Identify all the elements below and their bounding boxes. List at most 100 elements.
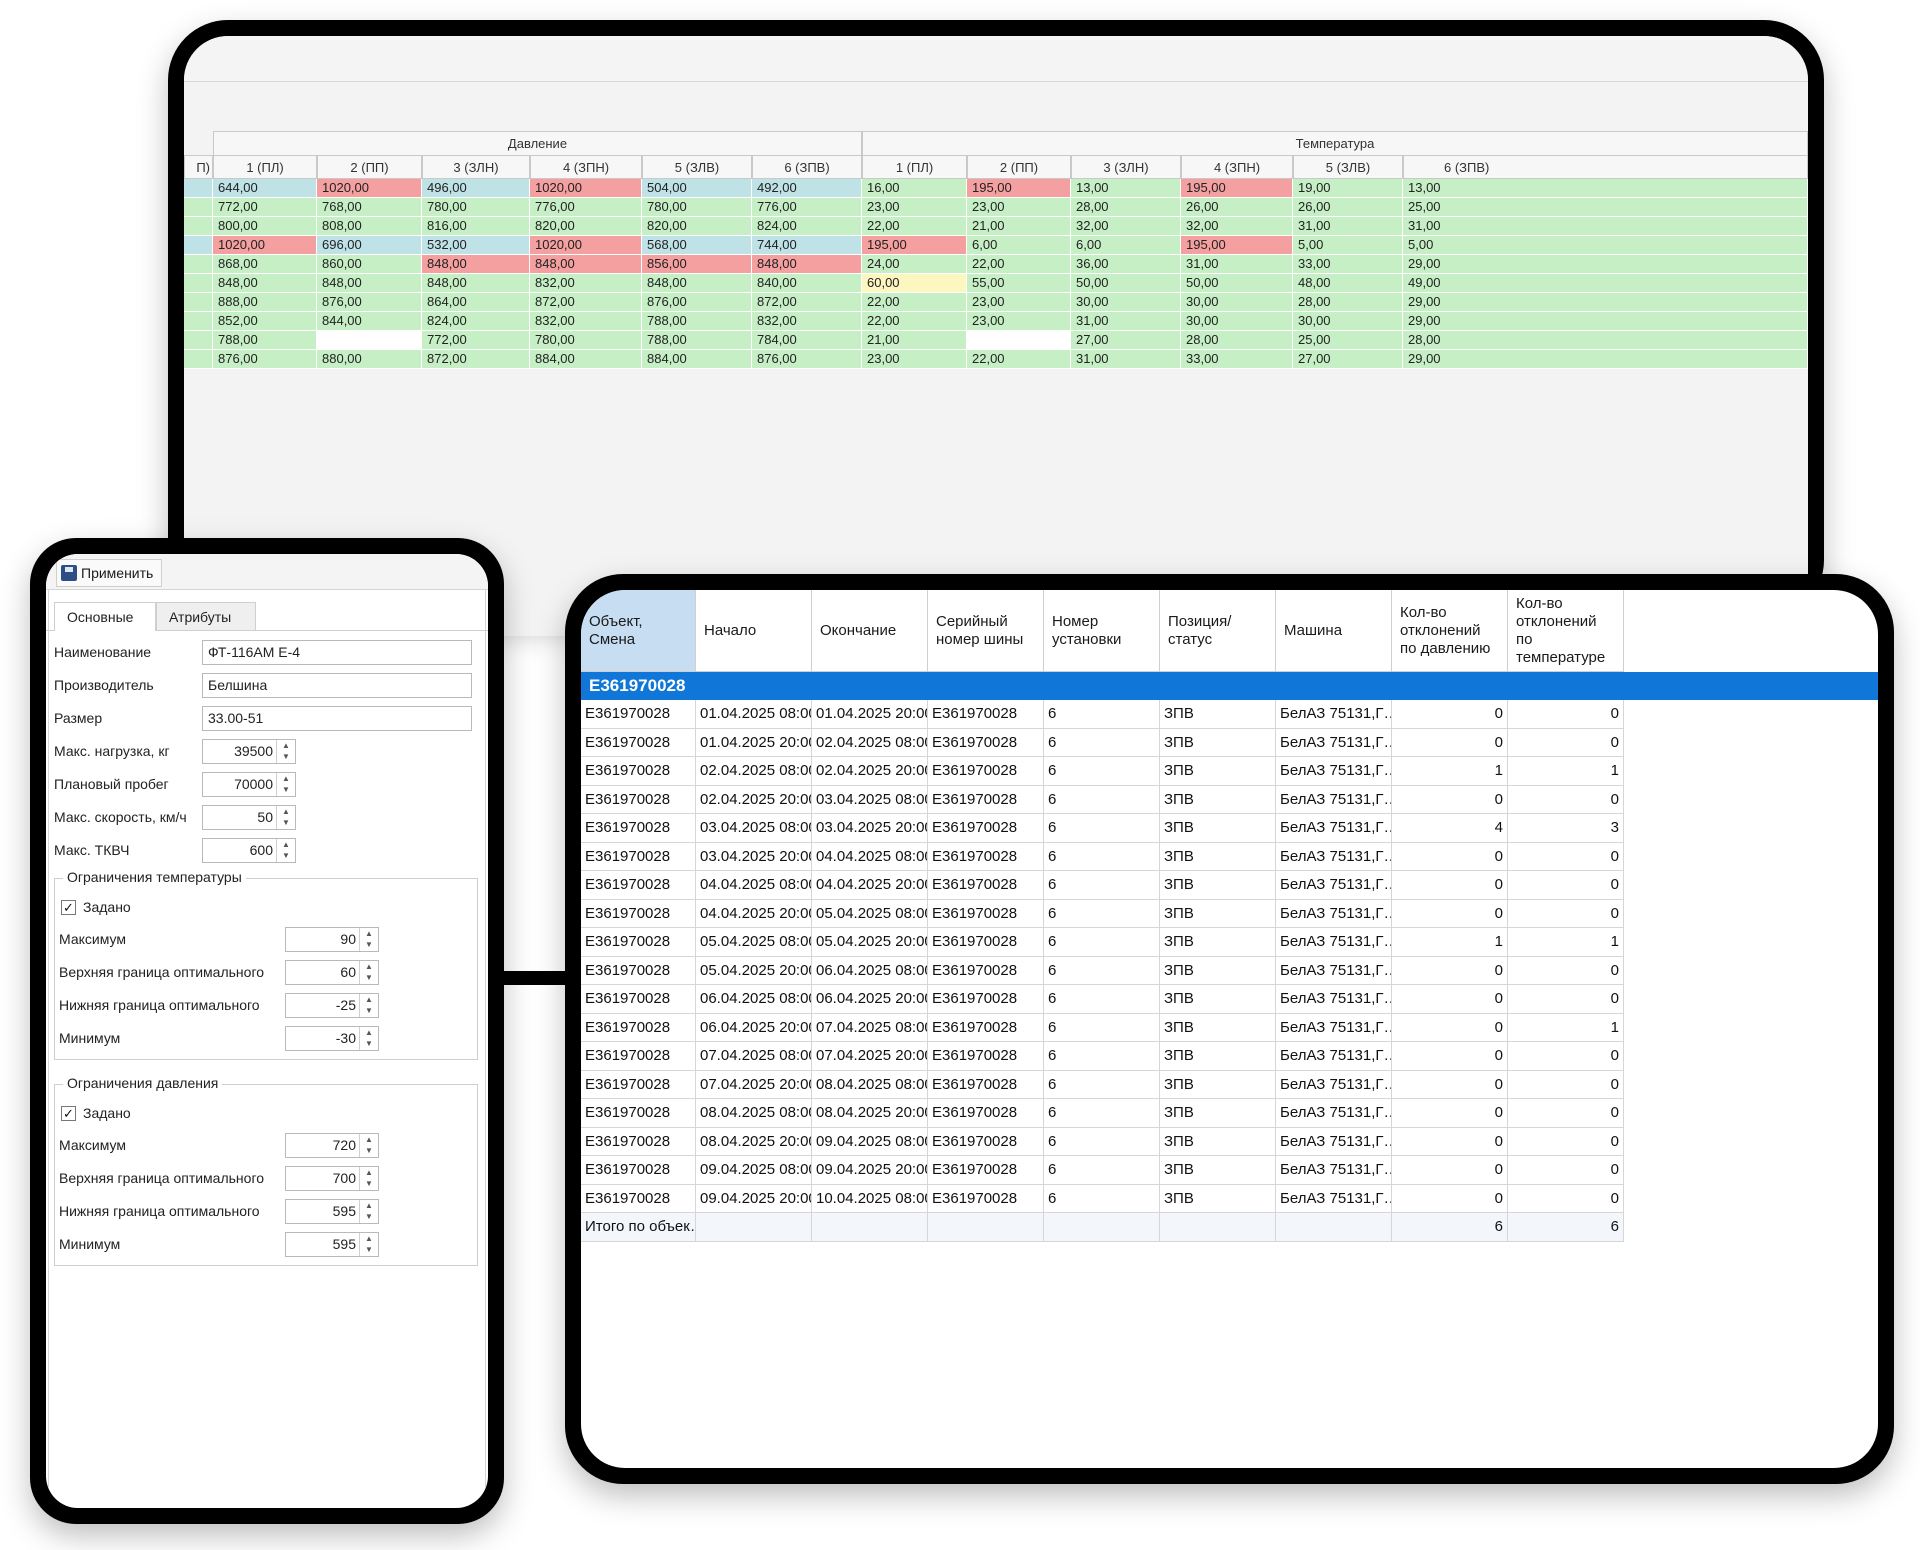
table-cell[interactable]: 0 (1392, 871, 1508, 900)
grid-cell[interactable]: 872,00 (422, 350, 530, 369)
table-cell[interactable]: ЗПВ (1160, 1127, 1276, 1156)
header-position-status[interactable]: Позиция/статус (1160, 590, 1276, 672)
table-cell[interactable]: 06.04.2025 08:00 (696, 985, 812, 1014)
spin-arrows-icon[interactable]: ▲ ▼ (359, 1134, 378, 1157)
grid-cell[interactable]: 23,00 (967, 198, 1071, 217)
plan-run-stepper[interactable]: 70000 ▲ ▼ (202, 772, 296, 797)
grid-cell[interactable]: 28,00 (1181, 331, 1293, 350)
table-cell[interactable]: 0 (1508, 1042, 1624, 1071)
grid-cell[interactable]: 772,00 (422, 331, 530, 350)
spin-arrows-icon[interactable]: ▲ ▼ (276, 806, 295, 829)
table-cell[interactable]: Е361970028 (928, 700, 1044, 729)
table-cell[interactable]: 0 (1508, 1156, 1624, 1185)
grid-cell[interactable]: 496,00 (422, 179, 530, 198)
grid-cell[interactable]: 504,00 (642, 179, 752, 198)
grid-cell[interactable]: 880,00 (317, 350, 422, 369)
table-cell[interactable]: ЗПВ (1160, 757, 1276, 786)
table-cell[interactable]: 05.04.2025 08:00 (696, 928, 812, 957)
spin-arrows-icon[interactable]: ▲ ▼ (359, 928, 378, 951)
table-cell[interactable]: 0 (1508, 899, 1624, 928)
table-cell[interactable]: 6 (1044, 700, 1160, 729)
grid-cell[interactable]: 852,00 (213, 312, 317, 331)
grid-cell[interactable]: 60,00 (862, 274, 967, 293)
spin-arrows-icon[interactable]: ▲ ▼ (276, 740, 295, 763)
table-cell[interactable]: 04.04.2025 08:00 (812, 842, 928, 871)
grid-cell[interactable]: 816,00 (422, 217, 530, 236)
header-pressure-deviations[interactable]: Кол-во отклонений по давлению (1392, 590, 1508, 672)
table-cell[interactable]: Е361970028 (928, 842, 1044, 871)
grid-cell[interactable]: 848,00 (642, 274, 752, 293)
grid-cell[interactable]: 864,00 (422, 293, 530, 312)
header-install-number[interactable]: Номер установки (1044, 590, 1160, 672)
table-cell[interactable]: БелАЗ 75131,Г… (1276, 1156, 1392, 1185)
table-cell[interactable]: Е361970028 (928, 728, 1044, 757)
table-cell[interactable]: ЗПВ (1160, 956, 1276, 985)
grid-cell[interactable]: 780,00 (530, 331, 642, 350)
grid-cell[interactable]: 788,00 (642, 331, 752, 350)
size-field[interactable]: 33.00-51 (202, 706, 472, 731)
spin-arrows-icon[interactable]: ▲ ▼ (359, 1167, 378, 1190)
table-cell[interactable]: БелАЗ 75131,Г… (1276, 928, 1392, 957)
table-cell[interactable]: Е361970028 (928, 757, 1044, 786)
grid-cell[interactable]: 876,00 (752, 350, 862, 369)
grid-cell[interactable]: 33,00 (1181, 350, 1293, 369)
grid-cell[interactable]: 1020,00 (530, 236, 642, 255)
temp-upper-stepper[interactable]: 60 ▲ ▼ (285, 960, 379, 985)
grid-cell[interactable]: 876,00 (213, 350, 317, 369)
grid-cell[interactable]: 788,00 (642, 312, 752, 331)
table-cell[interactable]: Е361970028 (581, 1099, 696, 1128)
grid-cell[interactable]: 856,00 (642, 255, 752, 274)
grid-cell[interactable]: 492,00 (752, 179, 862, 198)
grid-cell[interactable]: 860,00 (317, 255, 422, 274)
table-cell[interactable]: Е361970028 (581, 785, 696, 814)
grid-cell[interactable]: 55,00 (967, 274, 1071, 293)
table-cell[interactable]: Е361970028 (928, 1070, 1044, 1099)
grid-cell[interactable]: 31,00 (1071, 312, 1181, 331)
grid-cell[interactable]: 32,00 (1071, 217, 1181, 236)
spin-arrows-icon[interactable]: ▲ ▼ (359, 1200, 378, 1223)
table-cell[interactable]: ЗПВ (1160, 1042, 1276, 1071)
pressure-column-header[interactable]: 5 (ЗЛВ) (642, 155, 752, 179)
table-cell[interactable]: 6 (1044, 1099, 1160, 1128)
table-cell[interactable]: 0 (1392, 956, 1508, 985)
grid-cell[interactable]: 1020,00 (317, 179, 422, 198)
grid-cell[interactable]: 840,00 (752, 274, 862, 293)
total-row-cell[interactable] (928, 1213, 1044, 1242)
maker-field[interactable]: Белшина (202, 673, 472, 698)
grid-cell[interactable]: 848,00 (752, 255, 862, 274)
table-cell[interactable]: 6 (1044, 1184, 1160, 1213)
table-cell[interactable]: 6 (1044, 899, 1160, 928)
grid-cell[interactable]: 872,00 (752, 293, 862, 312)
temp-lower-stepper[interactable]: -25 ▲ ▼ (285, 993, 379, 1018)
table-cell[interactable]: Е361970028 (581, 1070, 696, 1099)
grid-cell[interactable]: 22,00 (967, 255, 1071, 274)
table-cell[interactable]: 03.04.2025 20:00 (812, 814, 928, 843)
table-cell[interactable]: ЗПВ (1160, 899, 1276, 928)
grid-cell[interactable]: 696,00 (317, 236, 422, 255)
table-cell[interactable]: 6 (1044, 757, 1160, 786)
table-cell[interactable]: 07.04.2025 08:00 (812, 1013, 928, 1042)
table-cell[interactable]: 1 (1508, 757, 1624, 786)
grid-cell[interactable]: 33,00 (1293, 255, 1403, 274)
pressure-column-header[interactable]: 3 (ЗЛН) (422, 155, 530, 179)
grid-cell[interactable]: 23,00 (862, 198, 967, 217)
pressure-min-stepper[interactable]: 595 ▲ ▼ (285, 1232, 379, 1257)
table-cell[interactable]: 6 (1044, 1013, 1160, 1042)
table-cell[interactable]: 0 (1392, 1156, 1508, 1185)
table-cell[interactable]: 1 (1392, 928, 1508, 957)
grid-cell[interactable]: 195,00 (967, 179, 1071, 198)
table-cell[interactable]: 4 (1392, 814, 1508, 843)
table-cell[interactable]: 09.04.2025 20:00 (812, 1156, 928, 1185)
grid-cell[interactable]: 28,00 (1403, 331, 1808, 350)
header-machine[interactable]: Машина (1276, 590, 1392, 672)
header-end[interactable]: Окончание (812, 590, 928, 672)
grid-cell[interactable]: 23,00 (862, 350, 967, 369)
table-cell[interactable]: 6 (1044, 814, 1160, 843)
table-cell[interactable]: БелАЗ 75131,Г… (1276, 1099, 1392, 1128)
grid-cell[interactable]: 876,00 (642, 293, 752, 312)
table-cell[interactable]: ЗПВ (1160, 785, 1276, 814)
grid-cell[interactable]: 19,00 (1293, 179, 1403, 198)
grid-cell[interactable]: 27,00 (1293, 350, 1403, 369)
table-cell[interactable]: ЗПВ (1160, 1156, 1276, 1185)
temp-min-stepper[interactable]: -30 ▲ ▼ (285, 1026, 379, 1051)
